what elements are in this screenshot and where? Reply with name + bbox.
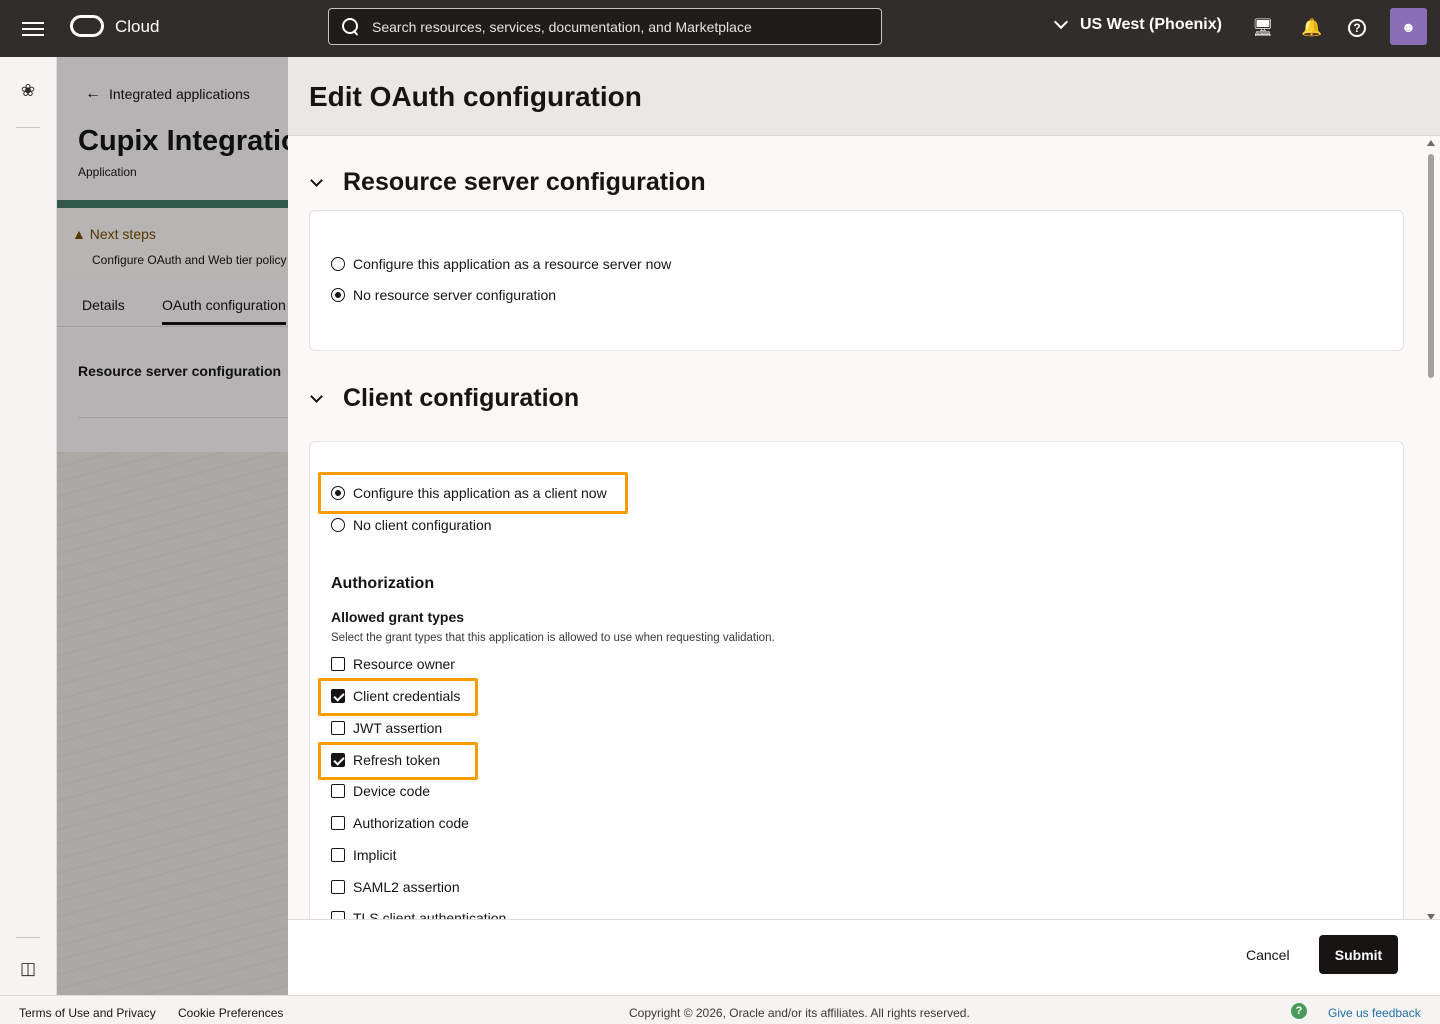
checkbox[interactable] [331, 753, 345, 767]
checkbox[interactable] [331, 848, 345, 862]
background-page: ← Integrated applications Cupix Integrat… [57, 57, 288, 995]
grant-refresh-token-checkbox[interactable]: Refresh token [331, 752, 440, 768]
grant-implicit-checkbox[interactable]: Implicit [331, 847, 397, 863]
page-footer: Terms of Use and Privacy Cookie Preferen… [0, 995, 1440, 1024]
client-configuration-card: Configure this application as a client n… [309, 441, 1404, 919]
rail-divider [16, 127, 40, 128]
checkbox-label: Client credentials [353, 688, 461, 704]
resource-server-now-radio[interactable]: Configure this application as a resource… [331, 256, 671, 272]
grant-authorization-code-checkbox[interactable]: Authorization code [331, 815, 469, 831]
resource-server-section-toggle[interactable]: Resource server configuration [310, 168, 706, 197]
resource-server-card: Configure this application as a resource… [309, 210, 1404, 351]
checkbox[interactable] [331, 880, 345, 894]
grant-types-heading: Allowed grant types [331, 609, 465, 625]
region-selector[interactable]: US West (Phoenix) [1053, 14, 1222, 34]
checkbox-label: Authorization code [353, 815, 469, 831]
feedback-link[interactable]: Give us feedback [1328, 1006, 1421, 1020]
drawer-footer: Cancel Submit [288, 919, 1440, 995]
checkbox[interactable] [331, 911, 345, 919]
cookie-preferences-link[interactable]: Cookie Preferences [178, 1006, 283, 1020]
expand-panel-icon[interactable]: ◫ [17, 959, 39, 981]
grant-tls-client-auth-checkbox[interactable]: TLS client authentication [331, 910, 506, 919]
services-icon[interactable]: ❀ [17, 81, 39, 103]
checkbox[interactable] [331, 721, 345, 735]
submit-button[interactable]: Submit [1319, 935, 1398, 974]
menu-icon[interactable] [22, 18, 44, 38]
option-label: No client configuration [353, 517, 492, 533]
client-now-radio[interactable]: Configure this application as a client n… [331, 485, 607, 501]
client-configuration-heading: Client configuration [343, 384, 580, 412]
search-box[interactable] [328, 8, 882, 45]
user-avatar-icon[interactable]: ☻ [1390, 8, 1427, 45]
drawer-header: Edit OAuth configuration [288, 57, 1440, 136]
rail-divider [16, 937, 40, 938]
drawer-body: Resource server configuration Configure … [288, 136, 1440, 919]
checkbox-label: Resource owner [353, 656, 455, 672]
no-client-radio[interactable]: No client configuration [331, 517, 492, 533]
checkbox-label: TLS client authentication [353, 910, 507, 919]
radio-button[interactable] [331, 257, 345, 271]
help-icon[interactable]: ? [1348, 19, 1366, 37]
checkbox-label: Implicit [353, 847, 397, 863]
brand-name[interactable]: Cloud [115, 17, 159, 37]
checkbox-label: Refresh token [353, 752, 441, 768]
drawer-title: Edit OAuth configuration [309, 81, 642, 112]
client-section-toggle[interactable]: Client configuration [310, 384, 580, 413]
left-rail: ❀ ◫ [0, 57, 57, 995]
scrollbar-thumb[interactable] [1428, 154, 1434, 378]
grant-resource-owner-checkbox[interactable]: Resource owner [331, 656, 455, 672]
radio-button[interactable] [331, 518, 345, 532]
chevron-down-icon [1053, 14, 1069, 30]
checkbox-label: SAML2 assertion [353, 879, 460, 895]
notifications-bell-icon[interactable]: 🔔 [1301, 17, 1323, 39]
search-input[interactable] [372, 18, 872, 35]
scroll-up-icon[interactable] [1427, 140, 1435, 146]
top-navigation-bar: Cloud US West (Phoenix) 🖥 🔔 ? ☻ [0, 0, 1440, 57]
search-icon [342, 17, 360, 36]
grant-saml2-assertion-checkbox[interactable]: SAML2 assertion [331, 879, 460, 895]
authorization-heading: Authorization [331, 575, 435, 592]
copyright-text: Copyright © 2026, Oracle and/or its affi… [629, 1006, 970, 1020]
oracle-logo-icon[interactable] [70, 15, 104, 37]
radio-button[interactable] [331, 486, 345, 500]
drawer-scrollbar[interactable] [1424, 140, 1438, 920]
option-label: No resource server configuration [353, 287, 557, 303]
checkbox-label: JWT assertion [353, 720, 443, 736]
resource-server-heading: Resource server configuration [343, 168, 706, 196]
chevron-down-icon [310, 389, 323, 403]
modal-overlay[interactable] [57, 57, 288, 995]
cancel-button[interactable]: Cancel [1233, 936, 1303, 974]
option-label: Configure this application as a resource… [353, 256, 672, 272]
grant-types-description: Select the grant types that this applica… [331, 632, 775, 644]
option-label: Configure this application as a client n… [353, 485, 607, 501]
cloud-shell-icon[interactable]: 🖥 [1252, 17, 1274, 39]
edit-oauth-drawer: Edit OAuth configuration Resource server… [288, 57, 1440, 995]
chevron-down-icon [310, 173, 323, 187]
checkbox[interactable] [331, 689, 345, 703]
terms-link[interactable]: Terms of Use and Privacy [19, 1006, 156, 1020]
grant-device-code-checkbox[interactable]: Device code [331, 783, 430, 799]
feedback-icon[interactable]: ? [1291, 1003, 1307, 1019]
checkbox[interactable] [331, 784, 345, 798]
checkbox[interactable] [331, 816, 345, 830]
grant-client-credentials-checkbox[interactable]: Client credentials [331, 688, 460, 704]
no-resource-server-radio[interactable]: No resource server configuration [331, 287, 556, 303]
grant-jwt-assertion-checkbox[interactable]: JWT assertion [331, 720, 442, 736]
checkbox-label: Device code [353, 783, 431, 799]
checkbox[interactable] [331, 657, 345, 671]
radio-button[interactable] [331, 288, 345, 302]
region-label: US West (Phoenix) [1080, 16, 1222, 33]
